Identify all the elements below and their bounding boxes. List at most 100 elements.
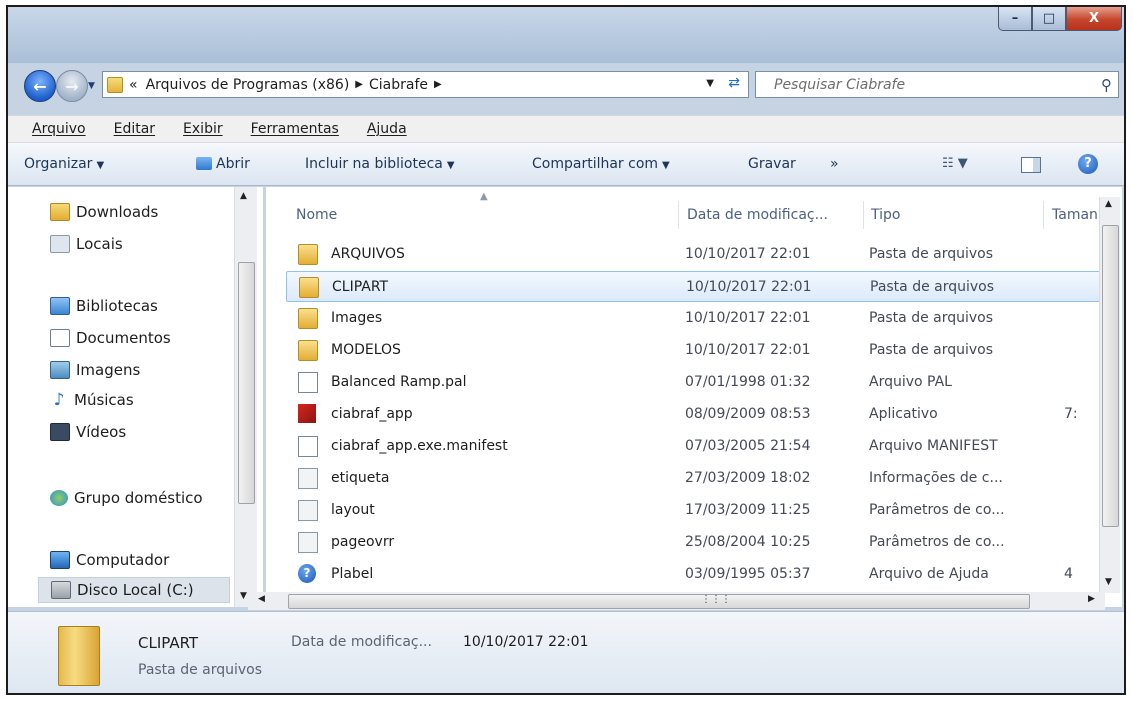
column-name[interactable]: Nome [296, 207, 337, 223]
recent-pages-dropdown[interactable]: ▼ [88, 81, 95, 91]
title-bar[interactable]: – □ X [8, 7, 1124, 63]
file-date: 07/01/1998 01:32 [685, 374, 811, 390]
scroll-left-icon[interactable]: ◀ [258, 594, 265, 604]
folder-icon [299, 277, 319, 298]
close-button[interactable]: X [1066, 7, 1122, 31]
scroll-down-icon[interactable]: ▼ [240, 591, 247, 601]
menu-exibir[interactable]: Exibir [183, 121, 235, 137]
scroll-up-icon[interactable]: ▲ [240, 191, 247, 201]
details-date-value: 10/10/2017 22:01 [463, 634, 589, 650]
nav-item-disco-local[interactable]: Disco Local (C:) [38, 577, 230, 603]
maximize-button[interactable]: □ [1032, 7, 1066, 31]
address-dropdown-icon[interactable]: ▼ [706, 78, 714, 89]
help-icon[interactable]: ? [1078, 154, 1098, 174]
file-date: 17/03/2009 11:25 [685, 502, 811, 518]
document-icon [298, 436, 318, 457]
breadcrumb-separator-icon[interactable]: ▶ [434, 79, 442, 90]
breadcrumb-separator-icon[interactable]: ▶ [355, 79, 363, 90]
open-folder-icon [196, 157, 212, 170]
scroll-right-icon[interactable]: ▶ [1088, 594, 1095, 604]
downloads-folder-icon [50, 203, 70, 221]
file-row[interactable]: ciabraf_app 08/09/2009 08:53 Aplicativo 7: [286, 399, 1112, 430]
nav-item-documentos[interactable]: Documentos [50, 329, 171, 347]
nav-label: Vídeos [76, 423, 127, 441]
horizontal-scrollbar[interactable]: ◀ ⋮⋮⋮ ▶ [248, 592, 1105, 610]
file-row[interactable]: ARQUIVOS 10/10/2017 22:01 Pasta de arquivo… [286, 239, 1112, 270]
nav-label: Documentos [76, 329, 171, 347]
file-row[interactable]: etiqueta 27/03/2009 18:02 Informações de c… [286, 463, 1112, 494]
column-header-row: ▲ Nome Data de modificaç... Tipo Tamanl [266, 187, 1102, 229]
breadcrumb-segment[interactable]: Arquivos de Programas (x86) [146, 77, 350, 93]
search-icon[interactable]: ⚲ [1101, 76, 1112, 94]
file-row[interactable]: Images 10/10/2017 22:01 Pasta de arquivos [286, 303, 1112, 334]
file-size: 7: [1064, 406, 1078, 422]
file-row[interactable]: ? Plabel 03/09/1995 05:37 Arquivo de Ajuda 4 [286, 559, 1112, 590]
file-name: ciabraf_app [331, 406, 413, 422]
config-file-icon [298, 468, 318, 489]
menu-ajuda[interactable]: Ajuda [367, 121, 419, 137]
details-name: CLIPART [138, 634, 199, 652]
local-disk-icon [51, 581, 71, 599]
menu-editar[interactable]: Editar [114, 121, 167, 137]
scroll-down-icon[interactable]: ▼ [1105, 577, 1112, 587]
menu-arquivo[interactable]: Arquivo [32, 121, 98, 137]
nav-item-computador[interactable]: Computador [50, 551, 169, 569]
share-with-button[interactable]: Compartilhar com ▼ [532, 156, 670, 172]
scroll-up-icon[interactable]: ▲ [1105, 199, 1112, 209]
search-input[interactable]: Pesquisar Ciabrafe ⚲ [755, 71, 1119, 98]
file-list-scrollbar[interactable]: ▲ ▼ [1099, 197, 1120, 593]
include-in-library-button[interactable]: Incluir na biblioteca ▼ [305, 156, 455, 172]
file-row[interactable]: MODELOS 10/10/2017 22:01 Pasta de arquivos [286, 335, 1112, 366]
file-list-pane: ▲ Nome Data de modificaç... Tipo Tamanl … [266, 187, 1122, 607]
breadcrumb-segment[interactable]: Ciabrafe [369, 77, 428, 93]
change-view-icon[interactable]: ☷ ▼ [942, 156, 968, 171]
column-divider[interactable] [863, 201, 864, 229]
column-size[interactable]: Tamanl [1052, 207, 1102, 223]
more-commands-button[interactable]: » [830, 156, 839, 172]
minimize-button[interactable]: – [998, 7, 1032, 31]
details-pane: CLIPART Pasta de arquivos Data de modifi… [8, 611, 1124, 693]
forward-button[interactable]: → [56, 70, 88, 102]
file-row[interactable]: ciabraf_app.exe.manifest 07/03/2005 21:54… [286, 431, 1112, 462]
column-date[interactable]: Data de modificaç... [687, 207, 828, 223]
computer-icon [50, 551, 70, 569]
column-divider[interactable] [1043, 201, 1044, 229]
open-button[interactable]: Abrir [196, 156, 250, 172]
libraries-icon [50, 297, 70, 315]
dropdown-arrow-icon: ▼ [446, 160, 455, 171]
column-divider[interactable] [678, 201, 679, 229]
address-bar[interactable]: « Arquivos de Programas (x86) ▶ Ciabrafe… [102, 71, 749, 98]
nav-pane-scrollbar[interactable]: ▲ ▼ [234, 187, 257, 607]
file-row[interactable]: layout 17/03/2009 11:25 Parâmetros de co..… [286, 495, 1112, 526]
refresh-icon[interactable]: ⇄ [728, 75, 740, 91]
file-name: ciabraf_app.exe.manifest [331, 438, 508, 454]
nav-label: Bibliotecas [76, 297, 158, 315]
file-row[interactable]: pageovrr 25/08/2004 10:25 Parâmetros de co… [286, 527, 1112, 558]
nav-item-imagens[interactable]: Imagens [50, 361, 140, 379]
organize-button[interactable]: Organizar ▼ [24, 156, 104, 172]
file-date: 10/10/2017 22:01 [685, 342, 811, 358]
file-date: 27/03/2009 18:02 [685, 470, 811, 486]
preview-pane-icon[interactable] [1021, 157, 1041, 173]
file-row[interactable]: Balanced Ramp.pal 07/01/1998 01:32 Arquivo… [286, 367, 1112, 398]
nav-item-videos[interactable]: Vídeos [50, 423, 126, 441]
nav-item-locais[interactable]: Locais [50, 235, 123, 253]
navigation-row: ← → ▼ « Arquivos de Programas (x86) ▶ Ci… [8, 67, 1124, 102]
column-type[interactable]: Tipo [871, 207, 900, 223]
nav-item-grupo-domestico[interactable]: Grupo doméstico [50, 489, 203, 507]
nav-item-downloads[interactable]: Downloads [50, 203, 158, 221]
file-type: Parâmetros de co... [869, 534, 1005, 550]
file-date: 08/09/2009 08:53 [685, 406, 811, 422]
nav-item-bibliotecas[interactable]: Bibliotecas [50, 297, 158, 315]
scroll-thumb[interactable] [238, 262, 255, 504]
scroll-thumb[interactable] [1102, 225, 1119, 527]
nav-item-musicas[interactable]: ♪ Músicas [50, 391, 134, 409]
menu-ferramentas[interactable]: Ferramentas [251, 121, 351, 137]
scroll-thumb[interactable]: ⋮⋮⋮ [288, 594, 1030, 609]
file-date: 25/08/2004 10:25 [685, 534, 811, 550]
dropdown-arrow-icon: ▼ [662, 160, 670, 171]
file-row[interactable]: CLIPART 10/10/2017 22:01 Pasta de arquivos [286, 271, 1112, 302]
burn-button[interactable]: Gravar [748, 156, 796, 172]
back-button[interactable]: ← [24, 70, 56, 102]
address-prefix[interactable]: « [129, 77, 138, 93]
